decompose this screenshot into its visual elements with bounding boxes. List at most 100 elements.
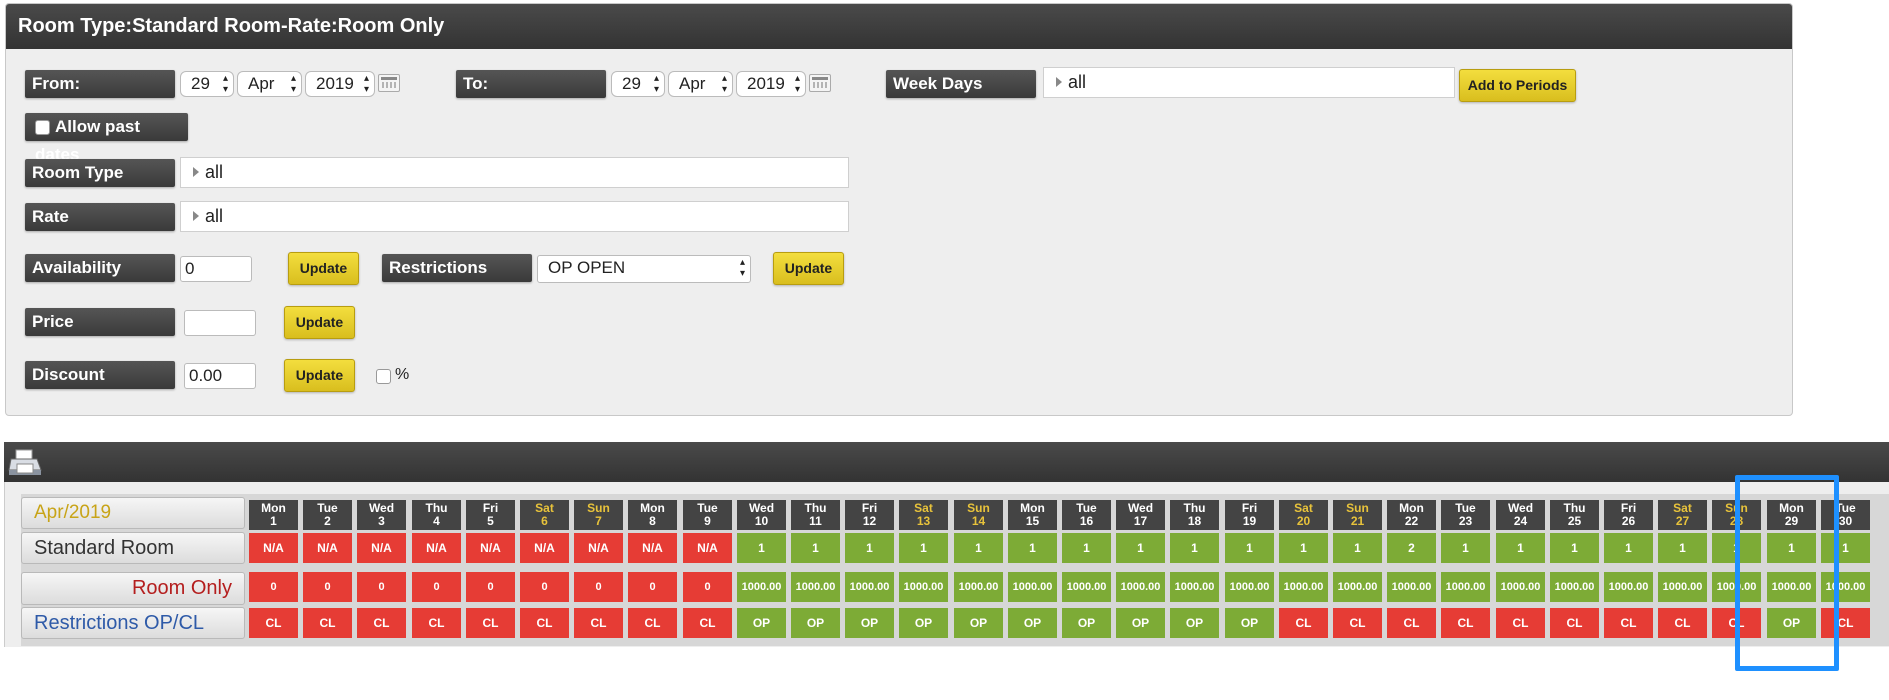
availability-cell[interactable]: N/A	[466, 533, 515, 563]
availability-cell[interactable]: 1	[1225, 533, 1274, 563]
price-cell[interactable]: 0	[249, 572, 298, 602]
availability-cell[interactable]: 1	[1333, 533, 1382, 563]
add-to-periods-button[interactable]: Add to Periods	[1459, 69, 1576, 102]
restriction-cell[interactable]: OP	[954, 608, 1003, 638]
restriction-cell[interactable]: CL	[1496, 608, 1545, 638]
price-cell[interactable]: 1000.00	[1658, 572, 1707, 602]
availability-cell[interactable]: 1	[954, 533, 1003, 563]
restriction-cell[interactable]: CL	[520, 608, 569, 638]
restriction-cell[interactable]: OP	[1225, 608, 1274, 638]
availability-cell[interactable]: N/A	[628, 533, 677, 563]
price-cell[interactable]: 1000.00	[1550, 572, 1599, 602]
availability-cell[interactable]: N/A	[249, 533, 298, 563]
availability-cell[interactable]: 2	[1387, 533, 1436, 563]
price-cell[interactable]: 1000.00	[954, 572, 1003, 602]
availability-cell[interactable]: 1	[1712, 533, 1761, 563]
restriction-cell[interactable]: CL	[1387, 608, 1436, 638]
availability-cell[interactable]: N/A	[357, 533, 406, 563]
availability-cell[interactable]: 1	[1821, 533, 1870, 563]
availability-cell[interactable]: 1	[1279, 533, 1328, 563]
availability-cell[interactable]: 1	[1496, 533, 1545, 563]
restriction-cell[interactable]: CL	[249, 608, 298, 638]
availability-cell[interactable]: N/A	[303, 533, 352, 563]
price-cell[interactable]: 1000.00	[791, 572, 840, 602]
availability-cell[interactable]: 1	[1441, 533, 1490, 563]
restriction-cell[interactable]: CL	[1333, 608, 1382, 638]
restriction-cell[interactable]: CL	[1441, 608, 1490, 638]
restriction-cell[interactable]: CL	[466, 608, 515, 638]
availability-cell[interactable]: 1	[899, 533, 948, 563]
calendar-icon[interactable]	[378, 74, 400, 92]
to-year-select[interactable]: 2019 ▴ ▾	[736, 71, 806, 97]
to-month-select[interactable]: Apr ▴ ▾	[668, 71, 733, 97]
discount-input[interactable]: 0.00	[184, 363, 256, 389]
to-day-select[interactable]: 29 ▴ ▾	[611, 71, 665, 97]
availability-cell[interactable]: 1	[1062, 533, 1111, 563]
price-cell[interactable]: 1000.00	[737, 572, 786, 602]
restriction-cell[interactable]: CL	[1550, 608, 1599, 638]
availability-cell[interactable]: 1	[1116, 533, 1165, 563]
availability-cell[interactable]: 1	[1767, 533, 1816, 563]
restriction-cell[interactable]: CL	[1658, 608, 1707, 638]
availability-cell[interactable]: 1	[845, 533, 894, 563]
price-cell[interactable]: 1000.00	[1008, 572, 1057, 602]
restriction-cell[interactable]: OP	[1116, 608, 1165, 638]
restriction-cell[interactable]: CL	[303, 608, 352, 638]
restriction-cell[interactable]: OP	[1062, 608, 1111, 638]
restriction-cell[interactable]: CL	[357, 608, 406, 638]
restriction-cell[interactable]: CL	[1279, 608, 1328, 638]
price-cell[interactable]: 0	[357, 572, 406, 602]
price-cell[interactable]: 1000.00	[1821, 572, 1870, 602]
price-cell[interactable]: 1000.00	[1333, 572, 1382, 602]
percent-checkbox[interactable]	[376, 369, 391, 384]
restriction-cell[interactable]: CL	[683, 608, 732, 638]
availability-input[interactable]: 0	[180, 256, 252, 282]
restriction-cell[interactable]: CL	[1604, 608, 1653, 638]
availability-cell[interactable]: N/A	[683, 533, 732, 563]
availability-cell[interactable]: N/A	[574, 533, 623, 563]
availability-cell[interactable]: N/A	[412, 533, 461, 563]
availability-cell[interactable]: 1	[1550, 533, 1599, 563]
allow-past-dates-toggle[interactable]: Allow past dates	[25, 113, 188, 164]
from-month-select[interactable]: Apr ▴ ▾	[237, 71, 302, 97]
price-cell[interactable]: 1000.00	[1279, 572, 1328, 602]
availability-cell[interactable]: 1	[737, 533, 786, 563]
restriction-cell[interactable]: OP	[845, 608, 894, 638]
availability-cell[interactable]: 1	[1604, 533, 1653, 563]
availability-cell[interactable]: 1	[791, 533, 840, 563]
rate-selector[interactable]: all	[180, 201, 849, 232]
price-cell[interactable]: 0	[683, 572, 732, 602]
availability-cell[interactable]: 1	[1658, 533, 1707, 563]
availability-cell[interactable]: 1	[1008, 533, 1057, 563]
restriction-cell[interactable]: OP	[899, 608, 948, 638]
restrictions-select[interactable]: OP OPEN ▴ ▾	[537, 255, 751, 283]
restriction-cell[interactable]: CL	[1712, 608, 1761, 638]
price-update-button[interactable]: Update	[284, 306, 355, 339]
restriction-cell[interactable]: CL	[412, 608, 461, 638]
restriction-cell[interactable]: OP	[791, 608, 840, 638]
from-day-select[interactable]: 29 ▴ ▾	[180, 71, 234, 97]
price-cell[interactable]: 1000.00	[1496, 572, 1545, 602]
calendar-icon[interactable]	[809, 74, 831, 92]
restriction-cell[interactable]: OP	[1008, 608, 1057, 638]
price-cell[interactable]: 1000.00	[1441, 572, 1490, 602]
from-year-select[interactable]: 2019 ▴ ▾	[305, 71, 375, 97]
price-cell[interactable]: 0	[303, 572, 352, 602]
availability-update-button[interactable]: Update	[288, 252, 359, 285]
room-type-selector[interactable]: all	[180, 157, 849, 188]
price-input[interactable]	[184, 310, 256, 336]
availability-cell[interactable]: N/A	[520, 533, 569, 563]
price-cell[interactable]: 1000.00	[1170, 572, 1219, 602]
weekdays-selector[interactable]: all	[1043, 67, 1455, 98]
restriction-cell[interactable]: OP	[1170, 608, 1219, 638]
price-cell[interactable]: 1000.00	[1767, 572, 1816, 602]
price-cell[interactable]: 1000.00	[1712, 572, 1761, 602]
price-cell[interactable]: 0	[412, 572, 461, 602]
price-cell[interactable]: 1000.00	[1604, 572, 1653, 602]
price-cell[interactable]: 0	[466, 572, 515, 602]
restriction-cell[interactable]: CL	[1821, 608, 1870, 638]
discount-update-button[interactable]: Update	[284, 359, 355, 392]
price-cell[interactable]: 1000.00	[1225, 572, 1274, 602]
restrictions-update-button[interactable]: Update	[773, 252, 844, 285]
availability-cell[interactable]: 1	[1170, 533, 1219, 563]
